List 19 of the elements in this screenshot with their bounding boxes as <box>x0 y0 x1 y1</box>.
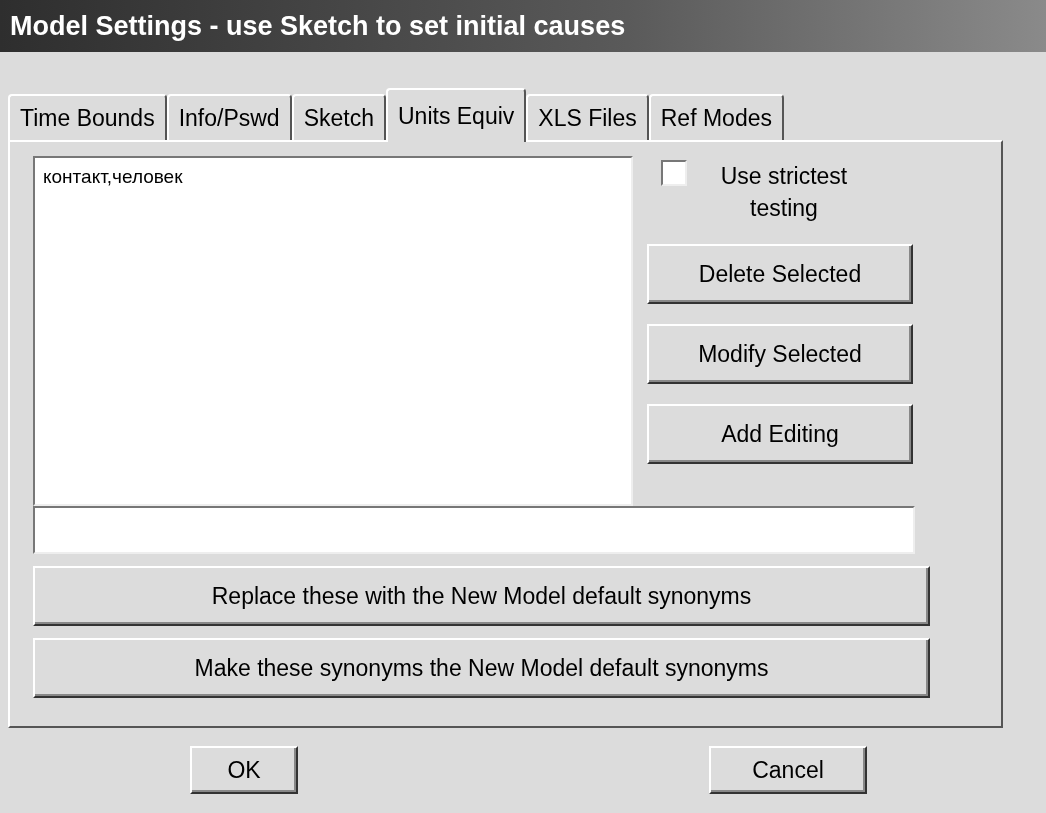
side-button[interactable]: Add Editing <box>647 404 913 464</box>
tab[interactable]: Info/Pswd <box>166 94 292 140</box>
input-field[interactable] <box>33 506 915 554</box>
wide-button[interactable]: Replace these with the New Model default synonyms <box>33 566 930 626</box>
units-list[interactable]: контакт,человек <box>33 156 633 506</box>
tab[interactable]: XLS Files <box>526 94 649 140</box>
tab[interactable]: Sketch <box>291 94 386 140</box>
checkbox-label: Use strictest testing <box>719 162 849 223</box>
ok-button[interactable]: OK <box>190 746 298 794</box>
window-title: Model Settings - use Sketch to set initial causes <box>0 0 1046 52</box>
checkbox[interactable] <box>661 160 687 186</box>
side-button[interactable]: Delete Selected <box>647 244 913 304</box>
list-item[interactable]: контакт,человек <box>43 166 623 188</box>
cancel-button[interactable]: Cancel <box>709 746 867 794</box>
tab[interactable]: Ref Modes <box>648 94 784 140</box>
tab[interactable]: Units Equiv <box>386 88 527 142</box>
side-button[interactable]: Modify Selected <box>647 324 913 384</box>
wide-button[interactable]: Make these synonyms the New Model default synonyms <box>33 638 930 698</box>
tab[interactable]: Time Bounds <box>8 94 167 140</box>
